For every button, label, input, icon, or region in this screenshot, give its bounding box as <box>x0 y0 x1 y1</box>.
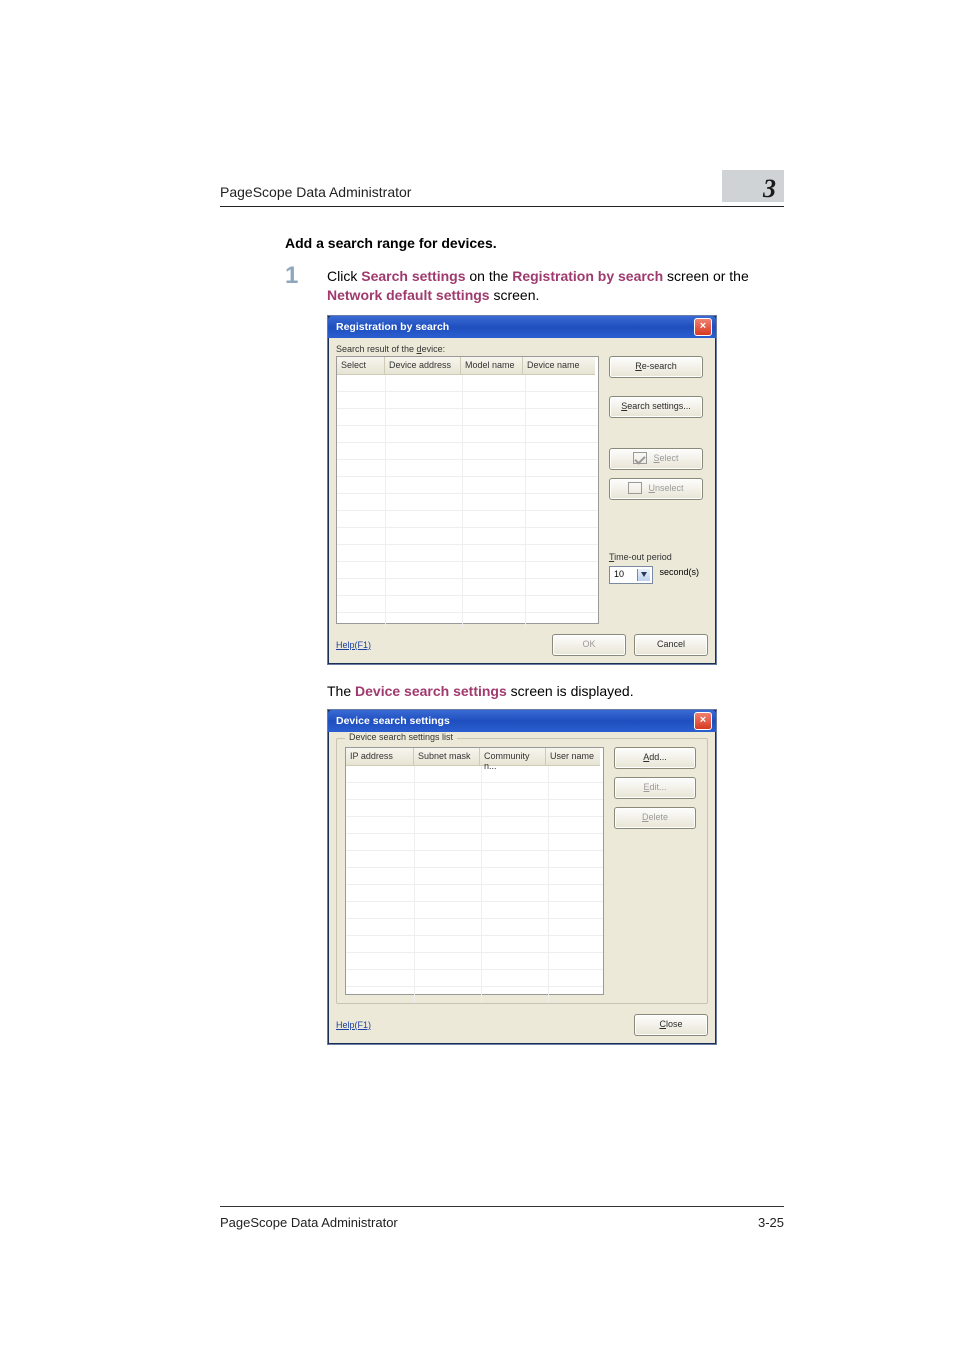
settings-list-table[interactable]: IP address Subnet mask Community n... Us… <box>345 747 604 995</box>
chapter-number-chip: 3 <box>722 170 784 202</box>
dialog-titlebar: Device search settings × <box>328 710 716 732</box>
ui-term: Registration by search <box>512 268 663 284</box>
result-text: The Device search settings screen is dis… <box>327 683 784 699</box>
search-settings-button[interactable]: Search settings... <box>609 396 703 418</box>
running-header: PageScope Data Administrator <box>220 184 411 200</box>
close-icon[interactable]: × <box>694 318 712 336</box>
table-body <box>346 766 603 1003</box>
step-body: Click Search settings on the Registratio… <box>327 267 784 305</box>
timeout-select[interactable]: 10 <box>609 566 653 584</box>
dialog-title: Registration by search <box>336 321 449 333</box>
page-number: 3-25 <box>758 1215 784 1230</box>
dialog-registration-by-search: Registration by search × Search result o… <box>327 315 784 665</box>
close-button[interactable]: Close <box>634 1014 708 1036</box>
table-header-row: IP address Subnet mask Community n... Us… <box>346 748 603 766</box>
dialog-device-search-settings: Device search settings × Device search s… <box>327 709 784 1045</box>
dialog-titlebar: Registration by search × <box>328 316 716 338</box>
dialog2-side-buttons: Add... Edit... Delete <box>614 747 696 995</box>
re-search-button[interactable]: Re-search <box>609 356 703 378</box>
dialog2-bottom-bar: Help(F1) Close <box>336 1004 708 1036</box>
col-device-address[interactable]: Device address <box>385 357 461 375</box>
timeout-label: Time-out period <box>609 552 672 562</box>
cancel-button[interactable]: Cancel <box>634 634 708 656</box>
table-body <box>337 375 598 629</box>
ui-term: Search settings <box>361 268 465 284</box>
ui-term: Network default settings <box>327 287 490 303</box>
step-number: 1 <box>285 267 303 305</box>
section-heading: Add a search range for devices. <box>285 235 784 251</box>
footer-title: PageScope Data Administrator <box>220 1215 398 1230</box>
table-header-row: Select Device address Model name Device … <box>337 357 598 375</box>
page-footer: PageScope Data Administrator 3-25 <box>220 1206 784 1230</box>
group-settings-list: Device search settings list IP address S… <box>336 738 708 1004</box>
delete-button[interactable]: Delete <box>614 807 696 829</box>
col-select[interactable]: Select <box>337 357 385 375</box>
col-ip[interactable]: IP address <box>346 748 414 766</box>
unselect-button[interactable]: Unselect <box>609 478 703 500</box>
ui-term: Device search settings <box>355 683 507 699</box>
edit-button[interactable]: Edit... <box>614 777 696 799</box>
help-link[interactable]: Help(F1) <box>336 640 371 650</box>
search-result-header: Search result of the device: <box>336 344 708 354</box>
col-user[interactable]: User name <box>546 748 600 766</box>
col-subnet[interactable]: Subnet mask <box>414 748 480 766</box>
add-button[interactable]: Add... <box>614 747 696 769</box>
step-1: 1 Click Search settings on the Registrat… <box>285 267 784 305</box>
close-icon[interactable]: × <box>694 712 712 730</box>
help-link[interactable]: Help(F1) <box>336 1020 371 1030</box>
col-model-name[interactable]: Model name <box>461 357 523 375</box>
document-page: PageScope Data Administrator 3 Add a sea… <box>0 0 954 1350</box>
checkbox-empty-icon <box>628 482 642 494</box>
header-rule <box>220 206 784 207</box>
checkbox-icon <box>633 452 647 464</box>
col-device-name[interactable]: Device name <box>523 357 595 375</box>
dialog1-side-buttons: Re-search Search settings... Select Unse… <box>609 356 703 624</box>
timeout-unit: second(s) <box>660 567 700 577</box>
group-title: Device search settings list <box>345 732 457 742</box>
select-button[interactable]: Select <box>609 448 703 470</box>
search-result-table[interactable]: Select Device address Model name Device … <box>336 356 599 624</box>
ok-button[interactable]: OK <box>552 634 626 656</box>
content-area: Add a search range for devices. 1 Click … <box>285 235 784 1063</box>
col-community[interactable]: Community n... <box>480 748 546 766</box>
dialog-title: Device search settings <box>336 715 450 727</box>
